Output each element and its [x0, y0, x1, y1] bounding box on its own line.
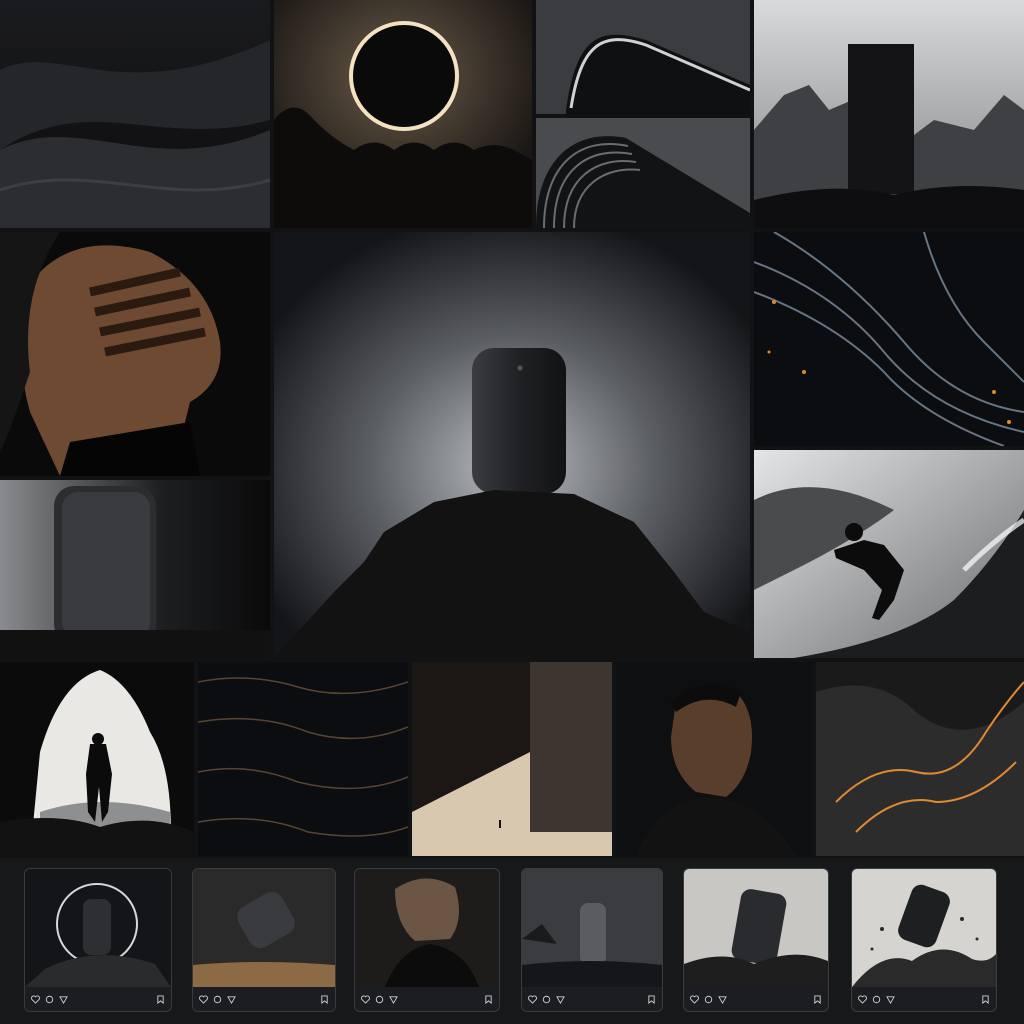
post-actions-bar [684, 987, 828, 1011]
bookmark-icon[interactable] [484, 994, 493, 1004]
feed-post-card[interactable] [683, 868, 829, 1012]
bookmark-icon[interactable] [320, 994, 329, 1004]
comment-icon[interactable] [45, 995, 54, 1004]
share-icon[interactable] [886, 995, 895, 1004]
post-actions-bar [25, 987, 171, 1011]
speaker-dust-explosion-post[interactable] [852, 869, 996, 987]
feed-post-card[interactable] [192, 868, 336, 1012]
post-actions-bar [193, 987, 335, 1011]
monolith-mountains-photo [754, 0, 1024, 228]
post-actions-bar [522, 987, 662, 1011]
floating-speaker-sand-post[interactable] [193, 869, 335, 987]
dark-water-surface-photo [198, 662, 408, 856]
comment-icon[interactable] [872, 995, 881, 1004]
man-portrait-photo [616, 662, 812, 856]
bookmark-icon[interactable] [813, 994, 822, 1004]
woman-face-shadow-photo [0, 232, 270, 476]
share-icon[interactable] [718, 995, 727, 1004]
ribbed-product-surface-photo [536, 118, 750, 228]
speaker-sea-rocks-post[interactable] [522, 869, 662, 987]
portrait-hand-post[interactable] [355, 869, 499, 987]
feed-post-card[interactable] [851, 868, 997, 1012]
surfer-wave-photo [754, 450, 1024, 658]
cave-silhouette-photo [0, 662, 194, 856]
liquid-waves-sparks-photo [754, 232, 1024, 446]
bookmark-icon[interactable] [156, 994, 165, 1004]
heart-icon[interactable] [199, 994, 208, 1004]
smoke-sparks-photo [816, 662, 1024, 856]
share-icon[interactable] [59, 995, 68, 1004]
solar-eclipse-crowd-photo [274, 0, 532, 228]
comment-icon[interactable] [213, 995, 222, 1004]
speaker-halo-post[interactable] [25, 869, 171, 987]
bookmark-icon[interactable] [647, 994, 656, 1004]
feed-post-card[interactable] [521, 868, 663, 1012]
speaker-on-rock-hero-photo [274, 232, 750, 658]
comment-icon[interactable] [542, 995, 551, 1004]
curved-product-edge-photo [536, 0, 750, 114]
social-feed-strip [0, 858, 1024, 1024]
heart-icon[interactable] [858, 994, 867, 1004]
heart-icon[interactable] [361, 994, 370, 1004]
share-icon[interactable] [556, 995, 565, 1004]
speaker-on-boulders-post[interactable] [684, 869, 828, 987]
comment-icon[interactable] [375, 995, 384, 1004]
heart-icon[interactable] [690, 994, 699, 1004]
speaker-side-view-photo [0, 480, 270, 658]
comment-icon[interactable] [704, 995, 713, 1004]
share-icon[interactable] [227, 995, 236, 1004]
bookmark-icon[interactable] [981, 994, 990, 1004]
black-sand-dunes-photo [0, 0, 270, 228]
post-actions-bar [852, 987, 996, 1011]
post-actions-bar [355, 987, 499, 1011]
feed-post-card[interactable] [24, 868, 172, 1012]
heart-icon[interactable] [31, 994, 40, 1004]
architecture-tiny-figure-photo [412, 662, 612, 856]
heart-icon[interactable] [528, 994, 537, 1004]
feed-post-card[interactable] [354, 868, 500, 1012]
share-icon[interactable] [389, 995, 398, 1004]
